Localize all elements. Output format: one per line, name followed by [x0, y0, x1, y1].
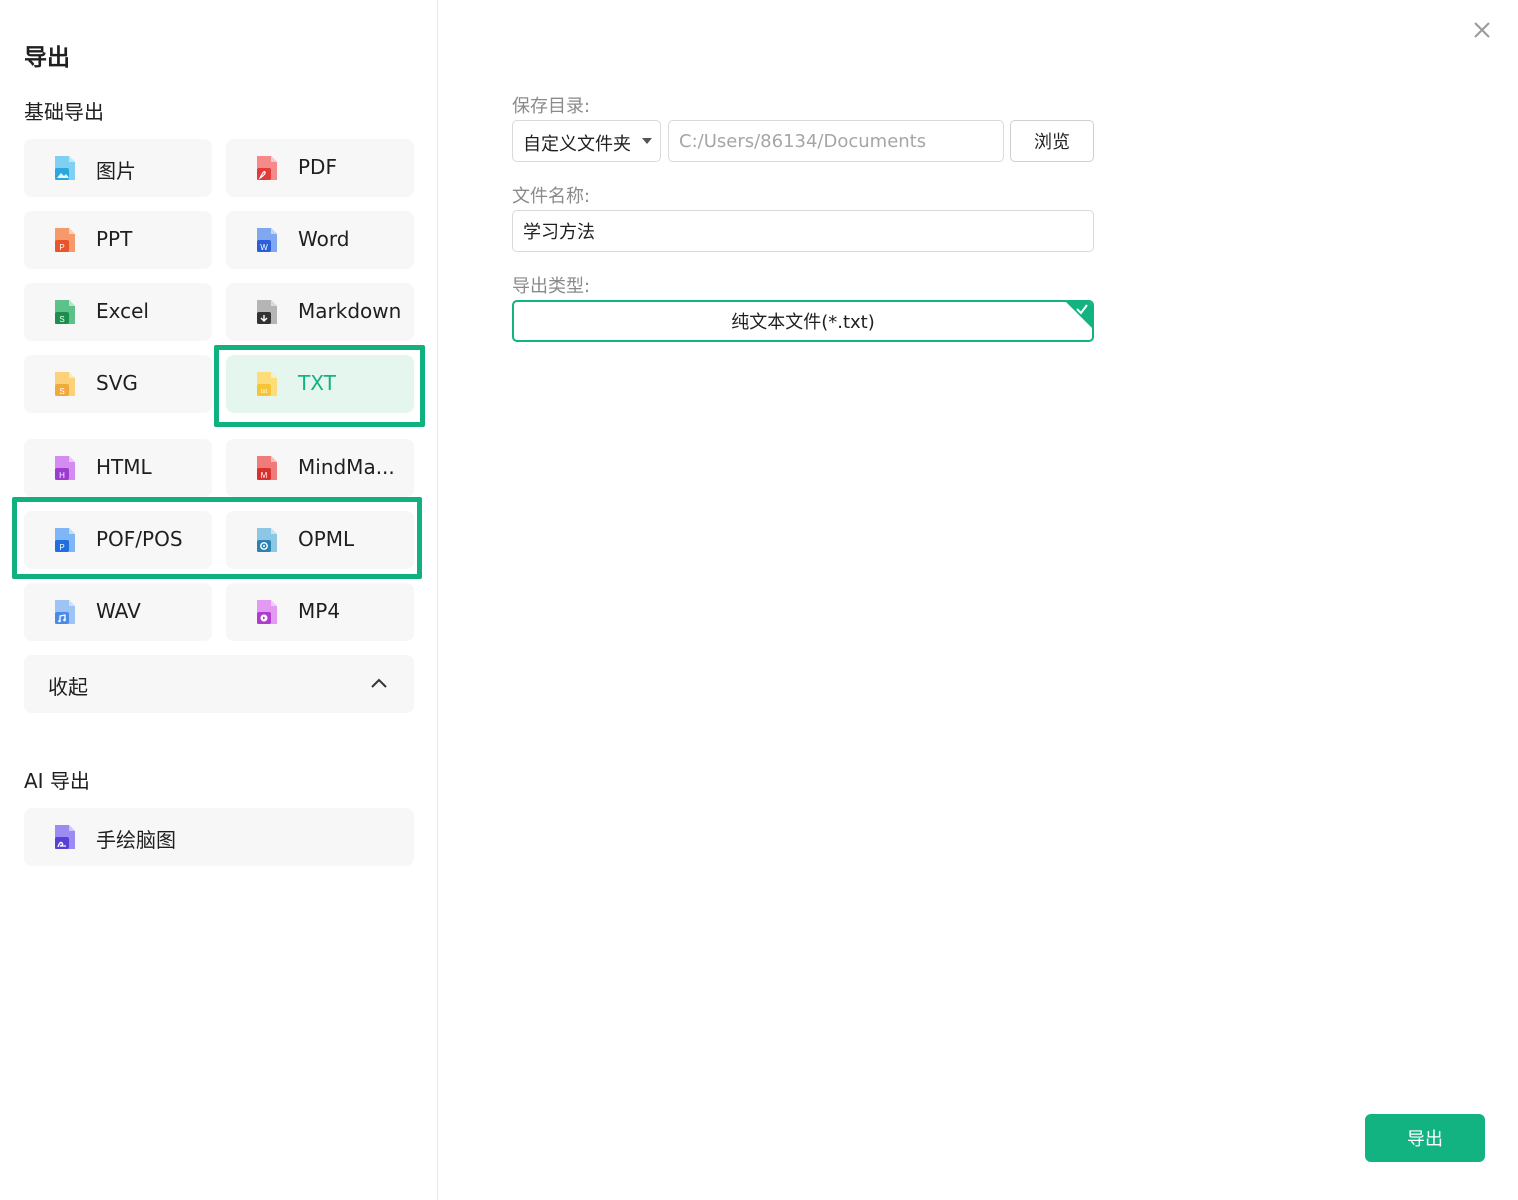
- format-tile-mp4[interactable]: MP4: [226, 583, 414, 641]
- collapse-label: 收起: [48, 675, 88, 699]
- export-button[interactable]: 导出: [1365, 1114, 1485, 1162]
- svg-text:txt: txt: [261, 389, 268, 395]
- format-tile-opml[interactable]: OPML: [226, 511, 414, 569]
- word-file-icon: W: [257, 228, 277, 252]
- txt-file-icon: txt: [257, 372, 277, 396]
- browse-button[interactable]: 浏览: [1010, 120, 1094, 162]
- pdf-file-icon: [257, 156, 277, 180]
- svg-text:S: S: [59, 387, 64, 396]
- format-label: Excel: [96, 299, 149, 323]
- format-tile-pdf[interactable]: PDF: [226, 139, 414, 197]
- svg-text:M: M: [261, 471, 268, 480]
- format-label: HTML: [96, 455, 152, 479]
- format-tile-svg[interactable]: S SVG: [24, 355, 212, 413]
- ai-export-heading: AI 导出: [24, 769, 90, 793]
- export-type-option[interactable]: 纯文本文件(*.txt): [512, 300, 1094, 342]
- save-path-input[interactable]: [668, 120, 1004, 162]
- format-tile-wav[interactable]: WAV: [24, 583, 212, 641]
- close-icon[interactable]: [1470, 18, 1494, 42]
- save-dir-label: 保存目录:: [512, 96, 591, 117]
- image-file-icon: [55, 156, 75, 180]
- format-label: MP4: [298, 599, 341, 623]
- checkmark-icon: [1076, 304, 1088, 315]
- format-label: TXT: [298, 371, 336, 395]
- export-format-panel: 导出 基础导出 图片 PDF P PPT W Word S Excel Mark…: [0, 0, 438, 1200]
- format-tile-pof-pos[interactable]: P POF/POS: [24, 511, 212, 569]
- excel-file-icon: S: [55, 300, 75, 324]
- format-tile-markdown[interactable]: Markdown: [226, 283, 414, 341]
- export-dialog: 导出 基础导出 图片 PDF P PPT W Word S Excel Mark…: [0, 0, 1518, 1200]
- basic-export-heading: 基础导出: [24, 100, 104, 124]
- file-name-input[interactable]: [512, 210, 1094, 252]
- format-label: PPT: [96, 227, 133, 251]
- format-tile-mindmanager[interactable]: M MindMa...: [226, 439, 414, 497]
- caret-down-icon: [642, 138, 652, 144]
- html-file-icon: H: [55, 456, 75, 480]
- format-tile-hand-drawn-mindmap[interactable]: 手绘脑图: [24, 808, 414, 866]
- save-dir-select-value: 自定义文件夹: [523, 134, 631, 155]
- svg-text:S: S: [59, 315, 64, 324]
- mindmanager-file-icon: M: [257, 456, 277, 480]
- opml-file-icon: [257, 528, 277, 552]
- format-tile-word[interactable]: W Word: [226, 211, 414, 269]
- collapse-toggle[interactable]: 收起: [24, 655, 414, 713]
- format-label: Markdown: [298, 299, 402, 323]
- svg-text:P: P: [59, 243, 64, 252]
- pof-file-icon: P: [55, 528, 75, 552]
- hand-drawn-mindmap-icon: [55, 825, 75, 849]
- export-type-label: 导出类型:: [512, 276, 591, 297]
- file-name-label: 文件名称:: [512, 186, 591, 207]
- format-label: PDF: [298, 155, 337, 179]
- svg-text:P: P: [59, 543, 64, 552]
- format-label: WAV: [96, 599, 141, 623]
- format-label: Word: [298, 227, 350, 251]
- dialog-title: 导出: [24, 45, 70, 71]
- markdown-file-icon: [257, 300, 277, 324]
- ppt-file-icon: P: [55, 228, 75, 252]
- format-label: 手绘脑图: [96, 828, 176, 852]
- save-dir-select[interactable]: 自定义文件夹: [512, 120, 661, 162]
- chevron-up-icon: [371, 678, 387, 688]
- mp4-file-icon: [257, 600, 277, 624]
- format-label: 图片: [96, 159, 136, 183]
- format-tile-txt[interactable]: txt TXT: [226, 355, 414, 413]
- format-label: SVG: [96, 371, 138, 395]
- svg-text:W: W: [260, 243, 268, 252]
- export-type-value: 纯文本文件(*.txt): [731, 312, 875, 333]
- format-label: POF/POS: [96, 527, 183, 551]
- format-label: OPML: [298, 527, 355, 551]
- wav-file-icon: [55, 600, 75, 624]
- format-tile-html[interactable]: H HTML: [24, 439, 212, 497]
- format-tile-ppt[interactable]: P PPT: [24, 211, 212, 269]
- format-tile-image[interactable]: 图片: [24, 139, 212, 197]
- format-label: MindMa...: [298, 455, 395, 479]
- svg-text:H: H: [59, 471, 65, 480]
- format-tile-excel[interactable]: S Excel: [24, 283, 212, 341]
- svg-file-icon: S: [55, 372, 75, 396]
